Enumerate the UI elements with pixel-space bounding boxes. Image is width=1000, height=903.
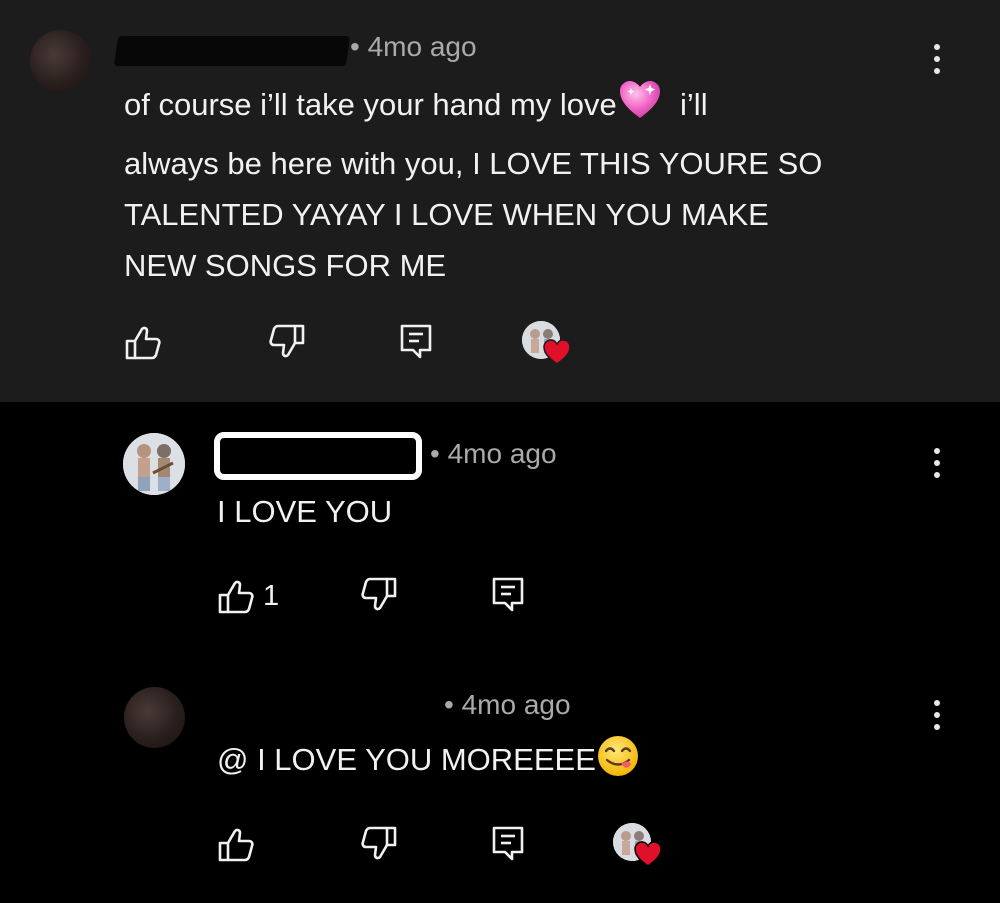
reply-icon[interactable] xyxy=(490,824,526,862)
reply-avatar[interactable] xyxy=(123,433,185,495)
heart-icon xyxy=(634,841,662,867)
like-count: 1 xyxy=(263,580,280,612)
reply-timestamp: • 4mo ago xyxy=(444,689,571,720)
yum-face-icon xyxy=(596,734,640,793)
reply-body: I LOVE YOU xyxy=(217,494,393,529)
thumbs-up-icon[interactable] xyxy=(124,324,162,362)
reply-avatar[interactable] xyxy=(124,687,185,748)
reply-icon[interactable] xyxy=(398,322,434,360)
commenter-avatar[interactable] xyxy=(30,30,92,92)
comment-1: • 4mo ago of course i’ll take your hand … xyxy=(0,0,1000,402)
heart-icon xyxy=(543,339,571,365)
redacted-username xyxy=(214,432,422,480)
more-options-button[interactable] xyxy=(927,448,947,488)
creator-heart xyxy=(613,823,662,869)
pink-heart-icon xyxy=(617,77,663,138)
thumbs-up-icon[interactable] xyxy=(217,578,255,616)
thumbs-down-icon[interactable] xyxy=(360,824,398,862)
reply-body: @ I LOVE YOU MOREEEE xyxy=(217,734,640,793)
more-options-button[interactable] xyxy=(927,700,947,740)
replies-section: • 4mo ago I LOVE YOU 1 • 4mo ago @ I LOV… xyxy=(0,402,1000,903)
reply-timestamp: • 4mo ago xyxy=(430,438,557,469)
comment-body: of course i’ll take your hand my love i’… xyxy=(124,77,964,291)
comment-timestamp: • 4mo ago xyxy=(350,31,477,62)
thumbs-down-icon[interactable] xyxy=(360,575,398,613)
thumbs-up-icon[interactable] xyxy=(217,826,255,864)
thumbs-down-icon[interactable] xyxy=(268,322,306,360)
redacted-username xyxy=(113,36,351,66)
creator-heart xyxy=(522,321,571,367)
reply-icon[interactable] xyxy=(490,575,526,613)
